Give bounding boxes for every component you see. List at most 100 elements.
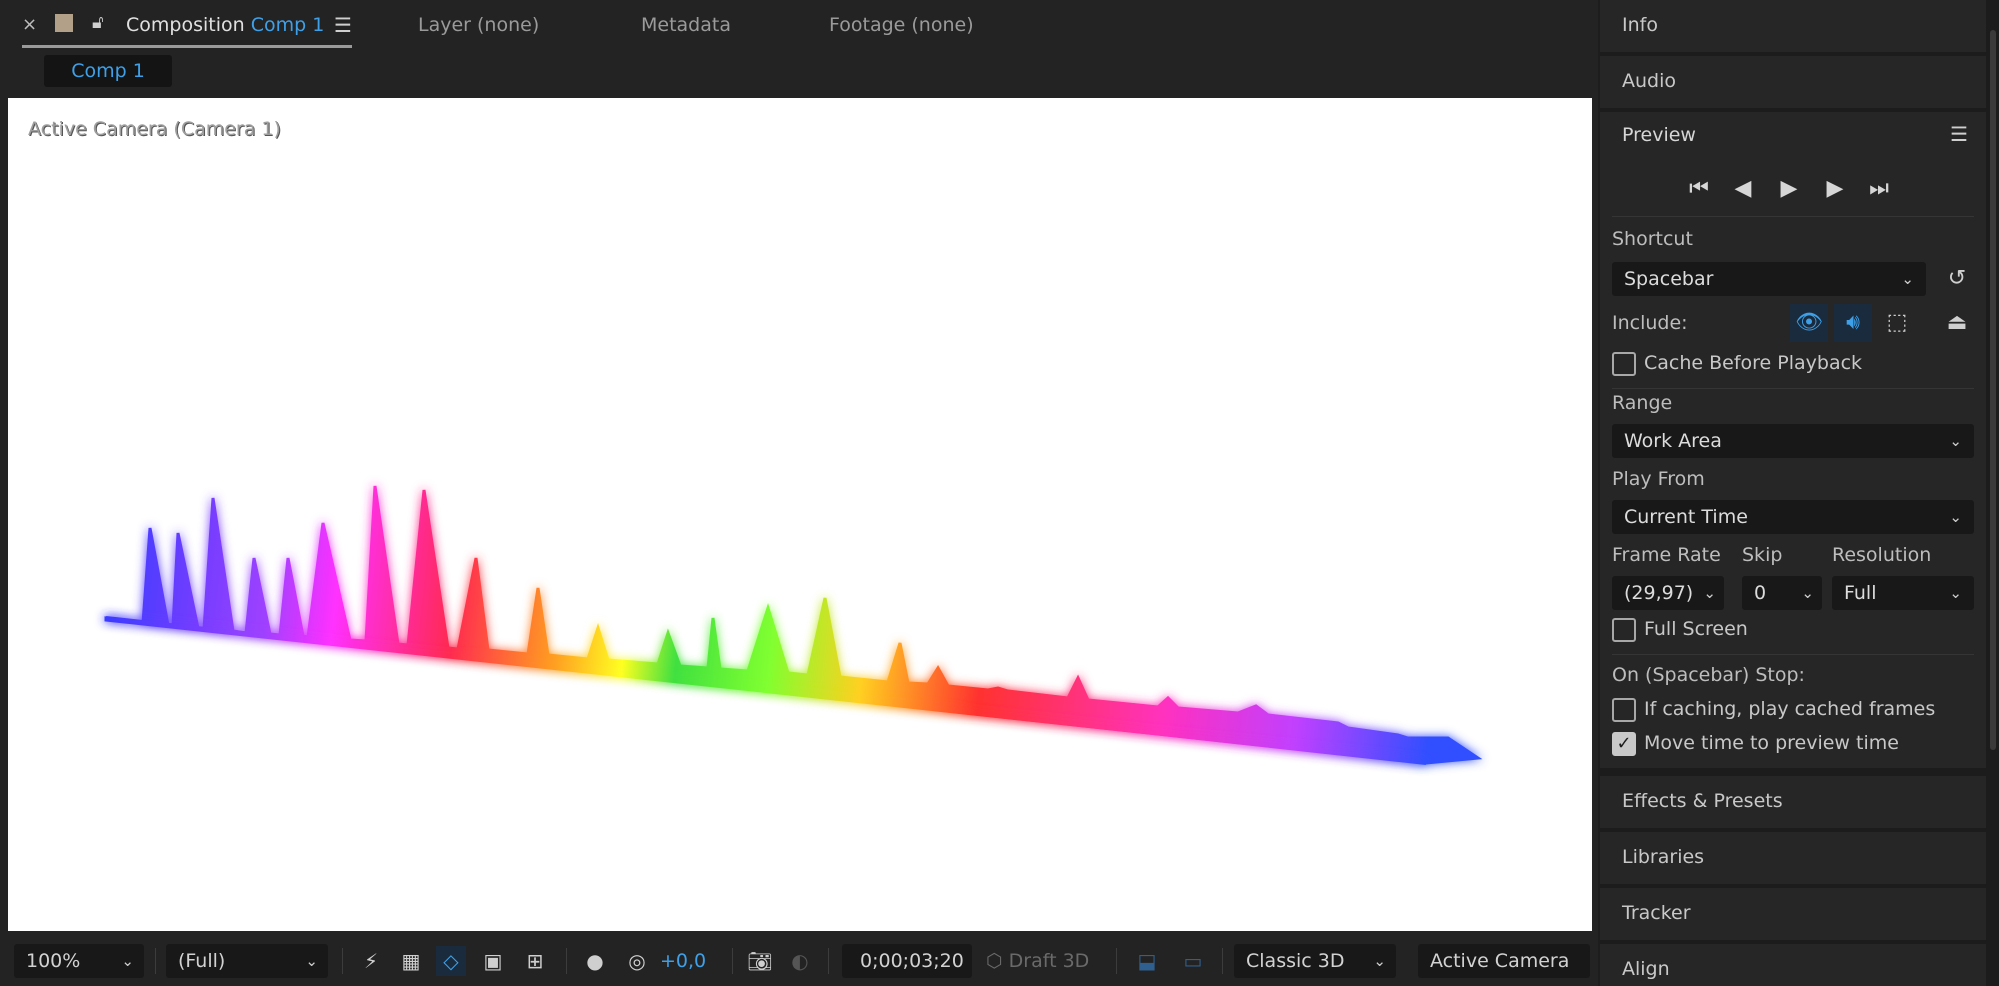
mask-visibility-icon[interactable]: ◇ [436, 946, 466, 976]
composition-viewport[interactable]: Active Camera (Camera 1) [8, 98, 1592, 931]
skip-value: 0 [1754, 582, 1767, 604]
chevron-down-icon: ⌄ [1949, 508, 1962, 526]
previous-frame-icon[interactable]: ◀︎ [1726, 172, 1760, 206]
transparency-grid-icon[interactable]: ▦ [396, 946, 426, 976]
draft-3d-label: Draft 3D [1008, 950, 1090, 972]
timecode-display[interactable]: 0;00;03;20 [842, 944, 972, 978]
divider [1612, 388, 1974, 389]
chevron-down-icon: ⌄ [1373, 952, 1386, 970]
shortcut-value: Spacebar [1624, 268, 1714, 290]
tab-footage[interactable]: Footage (none) [829, 12, 974, 38]
lock-icon[interactable]: 🔓︎ [92, 10, 104, 36]
frame-rate-label: Frame Rate [1612, 544, 1721, 566]
3d-ground-plane-icon[interactable]: ⬓ [1132, 946, 1162, 976]
preview-title: Preview [1622, 124, 1696, 146]
channel-icon[interactable]: ● [580, 946, 610, 976]
camera-view-dropdown[interactable]: Active Camera ... [1418, 944, 1590, 986]
hamburger-menu-icon[interactable]: ☰ [334, 12, 352, 38]
export-icon[interactable]: ⏏︎ [1938, 304, 1976, 342]
toolbar-divider [342, 948, 343, 974]
hamburger-menu-icon[interactable]: ☰ [1950, 122, 1968, 146]
resolution-dropdown[interactable]: (Full) ⌄ [166, 944, 328, 978]
resolution-value: (Full) [178, 950, 226, 972]
panel-audio[interactable]: Audio [1600, 56, 1986, 108]
comp-breadcrumb-tab[interactable]: Comp 1 [44, 55, 172, 87]
chevron-down-icon: ⌄ [1901, 270, 1914, 288]
play-from-dropdown[interactable]: Current Time ⌄ [1612, 500, 1974, 534]
zoom-value: 100% [26, 950, 81, 972]
range-label: Range [1612, 392, 1673, 414]
if-caching-checkbox[interactable] [1612, 698, 1636, 722]
panel-info[interactable]: Info [1600, 0, 1986, 52]
zoom-dropdown[interactable]: 100% ⌄ [14, 944, 144, 978]
play-icon[interactable]: ▶︎ [1772, 172, 1806, 206]
tab-metadata[interactable]: Metadata [641, 12, 731, 38]
next-frame-icon[interactable]: ▶︎ [1818, 172, 1852, 206]
include-video-eye-icon[interactable]: 👁︎ [1790, 304, 1828, 342]
tab-composition[interactable]: × 🔓︎ Composition Comp 1 ☰ [22, 12, 352, 48]
fast-preview-icon[interactable]: ⚡ [356, 946, 386, 976]
panel-effects-presets[interactable]: Effects & Presets [1600, 776, 1986, 828]
move-time-checkbox[interactable]: ✓ [1612, 732, 1636, 756]
renderer-value: Classic 3D [1246, 950, 1345, 972]
full-screen-label: Full Screen [1644, 618, 1748, 640]
if-caching-label: If caching, play cached frames [1644, 698, 1936, 720]
exposure-value[interactable]: +0,0 [660, 944, 720, 978]
comp-color-swatch [55, 14, 73, 32]
play-from-value: Current Time [1624, 506, 1748, 528]
full-screen-checkbox[interactable] [1612, 618, 1636, 642]
chevron-down-icon: ⌄ [305, 952, 318, 970]
toolbar-divider [1116, 948, 1117, 974]
exposure-reset-icon[interactable]: ◎ [622, 946, 652, 976]
extended-viewer-icon[interactable]: ▭ [1178, 946, 1208, 976]
cache-before-playback-label: Cache Before Playback [1644, 352, 1863, 374]
panel-libraries[interactable]: Libraries [1600, 832, 1986, 884]
spacebar-stop-label: On (Spacebar) Stop: [1612, 664, 1805, 686]
panel-align[interactable]: Align [1600, 944, 1986, 986]
right-panel-scrollbar[interactable] [1990, 30, 1996, 750]
cache-before-playback-checkbox[interactable] [1612, 352, 1636, 376]
shortcut-label: Shortcut [1612, 228, 1693, 250]
resolution-dropdown-preview[interactable]: Full ⌄ [1832, 576, 1974, 610]
tab-composition-label: Composition Comp 1 [126, 14, 325, 36]
panel-tracker[interactable]: Tracker [1600, 888, 1986, 940]
include-audio-speaker-icon[interactable]: 🔊︎ [1834, 304, 1872, 342]
toolbar-divider [155, 948, 156, 974]
chevron-down-icon: ⌄ [1949, 432, 1962, 450]
chevron-down-icon: ⌄ [1703, 584, 1716, 602]
renderer-dropdown[interactable]: Classic 3D ⌄ [1234, 944, 1396, 978]
include-overlays-icon[interactable]: ⬚ [1878, 304, 1916, 342]
cube-icon: ⬡ [986, 950, 1003, 972]
right-panel-column: Info Audio Preview ☰ ⏮︎ ◀︎ ▶︎ ▶︎ ⏭︎ Shor… [1600, 0, 1999, 986]
close-tab-icon[interactable]: × [22, 12, 37, 38]
chevron-down-icon: ⌄ [121, 952, 134, 970]
snapshot-camera-icon[interactable]: 📷︎ [745, 946, 775, 976]
play-from-label: Play From [1612, 468, 1705, 490]
range-dropdown[interactable]: Work Area ⌄ [1612, 424, 1974, 458]
chevron-down-icon: ⌄ [1949, 584, 1962, 602]
tab-layer[interactable]: Layer (none) [418, 12, 539, 38]
preview-panel: Preview ☰ ⏮︎ ◀︎ ▶︎ ▶︎ ⏭︎ Shortcut Spaceb… [1600, 112, 1986, 768]
resolution-label: Resolution [1832, 544, 1932, 566]
region-of-interest-icon[interactable]: ▣ [478, 946, 508, 976]
include-label: Include: [1612, 312, 1688, 334]
show-snapshot-icon[interactable]: ◐ [785, 946, 815, 976]
frame-rate-dropdown[interactable]: (29,97) ⌄ [1612, 576, 1724, 610]
first-frame-icon[interactable]: ⏮︎ [1682, 172, 1716, 206]
reset-icon[interactable]: ↺ [1938, 260, 1976, 298]
move-time-label: Move time to preview time [1644, 732, 1899, 754]
panel-tab-row: × 🔓︎ Composition Comp 1 ☰ Layer (none) M… [0, 0, 1598, 50]
camera-view-value: Active Camera ... [1430, 950, 1570, 986]
grid-guides-icon[interactable]: ⊞ [520, 946, 550, 976]
skip-dropdown[interactable]: 0 ⌄ [1742, 576, 1822, 610]
frame-rate-value: (29,97) [1624, 582, 1694, 604]
skip-label: Skip [1742, 544, 1783, 566]
shortcut-dropdown[interactable]: Spacebar ⌄ [1612, 262, 1926, 296]
last-frame-icon[interactable]: ⏭︎ [1862, 172, 1896, 206]
spectrum-shape [104, 485, 1483, 765]
audio-spectrum-render [104, 485, 1483, 765]
draft-3d-toggle[interactable]: ⬡ Draft 3D [986, 944, 1106, 978]
divider [1612, 216, 1974, 217]
toolbar-divider [566, 948, 567, 974]
preview-resolution-value: Full [1844, 582, 1877, 604]
